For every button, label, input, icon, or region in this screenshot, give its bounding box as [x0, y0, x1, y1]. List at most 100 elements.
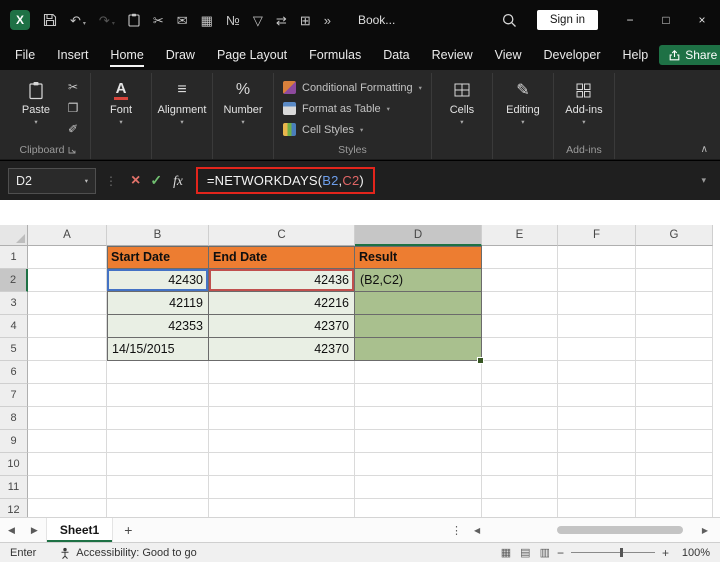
sheet-tab-sheet1[interactable]: Sheet1	[45, 518, 114, 542]
cell-F4[interactable]	[558, 315, 636, 338]
cell-G2[interactable]	[636, 269, 713, 292]
undo-dropdown-icon[interactable]: ▾	[83, 21, 86, 27]
cell-B10[interactable]	[107, 453, 209, 476]
copy-button-icon[interactable]: ❐	[68, 102, 79, 114]
select-all-corner[interactable]	[0, 225, 28, 246]
column-header-c[interactable]: C	[209, 225, 355, 246]
formula-input[interactable]: =NETWORKDAYS(B2, C2)	[192, 161, 688, 200]
cell-G9[interactable]	[636, 430, 713, 453]
cell-G4[interactable]	[636, 315, 713, 338]
cell-D8[interactable]	[355, 407, 482, 430]
grid-icon[interactable]: ▦	[201, 14, 213, 27]
cell-D12[interactable]	[355, 499, 482, 517]
column-header-e[interactable]: E	[482, 225, 558, 246]
cell-E10[interactable]	[482, 453, 558, 476]
cell-E7[interactable]	[482, 384, 558, 407]
cell-F12[interactable]	[558, 499, 636, 517]
menu-tab-formulas[interactable]: Formulas	[298, 40, 372, 70]
cell-A3[interactable]	[28, 292, 107, 315]
cells-button[interactable]: Cells ▾	[437, 73, 487, 126]
number-button[interactable]: % Number ▾	[218, 73, 268, 126]
toolbar-overflow-icon[interactable]: »	[324, 14, 331, 27]
horizontal-scroll-track[interactable]	[486, 525, 696, 536]
cell-B9[interactable]	[107, 430, 209, 453]
cell-B3[interactable]: 42119	[107, 292, 209, 315]
name-box-dropdown-icon[interactable]: ▾	[85, 177, 88, 185]
cell-A7[interactable]	[28, 384, 107, 407]
cell-B5[interactable]: 14/15/2015	[107, 338, 209, 361]
redo-dropdown-icon[interactable]: ▾	[112, 21, 115, 27]
cell-E12[interactable]	[482, 499, 558, 517]
zoom-out-button[interactable]: −	[557, 546, 564, 560]
row-header-7[interactable]: 7	[0, 384, 28, 407]
row-header-8[interactable]: 8	[0, 407, 28, 430]
cell-G7[interactable]	[636, 384, 713, 407]
paste-button[interactable]: Paste ▾	[11, 73, 61, 126]
cell-A5[interactable]	[28, 338, 107, 361]
cell-B7[interactable]	[107, 384, 209, 407]
conditional-formatting-button[interactable]: Conditional Formatting ▾	[283, 81, 422, 94]
cell-C2[interactable]: 42436	[209, 269, 355, 292]
menu-tab-home[interactable]: Home	[99, 40, 154, 70]
menu-tab-insert[interactable]: Insert	[46, 40, 99, 70]
cell-D11[interactable]	[355, 476, 482, 499]
cell-C8[interactable]	[209, 407, 355, 430]
cell-D3[interactable]	[355, 292, 482, 315]
row-header-11[interactable]: 11	[0, 476, 28, 499]
expand-formula-bar-icon[interactable]: ▾	[701, 175, 706, 186]
menu-tab-page-layout[interactable]: Page Layout	[206, 40, 298, 70]
cell-G12[interactable]	[636, 499, 713, 517]
font-button[interactable]: A Font ▾	[96, 73, 146, 127]
formula-bar-handle-icon[interactable]: ⋮	[105, 174, 117, 188]
cell-F3[interactable]	[558, 292, 636, 315]
cell-C4[interactable]: 42370	[209, 315, 355, 338]
add-sheet-button[interactable]: +	[113, 522, 143, 538]
cell-B8[interactable]	[107, 407, 209, 430]
cell-B4[interactable]: 42353	[107, 315, 209, 338]
cell-D10[interactable]	[355, 453, 482, 476]
menu-tab-view[interactable]: View	[484, 40, 533, 70]
cell-C11[interactable]	[209, 476, 355, 499]
zoom-in-button[interactable]: +	[662, 546, 669, 560]
cell-A10[interactable]	[28, 453, 107, 476]
cell-E1[interactable]	[482, 246, 558, 269]
cell-A11[interactable]	[28, 476, 107, 499]
menu-tab-help[interactable]: Help	[612, 40, 660, 70]
cell-C12[interactable]	[209, 499, 355, 517]
cell-G1[interactable]	[636, 246, 713, 269]
clipboard-icon[interactable]	[128, 13, 140, 27]
menu-tab-developer[interactable]: Developer	[533, 40, 612, 70]
cell-A6[interactable]	[28, 361, 107, 384]
cell-F5[interactable]	[558, 338, 636, 361]
mail-icon[interactable]: ✉	[177, 14, 188, 27]
swap-icon[interactable]: ⇄	[276, 14, 287, 27]
enter-entry-icon[interactable]: ✓	[150, 172, 162, 189]
cell-styles-button[interactable]: Cell Styles ▾	[283, 123, 422, 136]
page-layout-view-icon[interactable]: ▤	[520, 546, 530, 559]
cell-C3[interactable]: 42216	[209, 292, 355, 315]
search-icon[interactable]	[502, 13, 517, 28]
scroll-left-icon[interactable]: ◀	[468, 526, 486, 535]
cell-G11[interactable]	[636, 476, 713, 499]
menu-tab-draw[interactable]: Draw	[155, 40, 206, 70]
row-header-3[interactable]: 3	[0, 292, 28, 315]
borders-icon[interactable]: ⊞	[300, 14, 311, 27]
cell-A12[interactable]	[28, 499, 107, 517]
undo-button[interactable]: ↶ ▾	[70, 14, 86, 27]
filter-icon[interactable]: ▽	[253, 14, 263, 27]
insert-function-icon[interactable]: fx	[173, 173, 183, 189]
cell-B6[interactable]	[107, 361, 209, 384]
row-header-4[interactable]: 4	[0, 315, 28, 338]
zoom-slider-thumb[interactable]	[619, 548, 623, 557]
column-header-a[interactable]: A	[28, 225, 107, 246]
column-header-b[interactable]: B	[107, 225, 209, 246]
name-box[interactable]: D2 ▾	[8, 167, 96, 194]
cell-D6[interactable]	[355, 361, 482, 384]
cell-E2[interactable]	[482, 269, 558, 292]
cell-B2[interactable]: 42430	[107, 269, 209, 292]
sheetbar-menu-icon[interactable]: ⋮	[445, 524, 468, 537]
cell-A9[interactable]	[28, 430, 107, 453]
sheet-nav-back-icon[interactable]: ◀	[0, 525, 23, 536]
cell-A4[interactable]	[28, 315, 107, 338]
column-header-g[interactable]: G	[636, 225, 713, 246]
